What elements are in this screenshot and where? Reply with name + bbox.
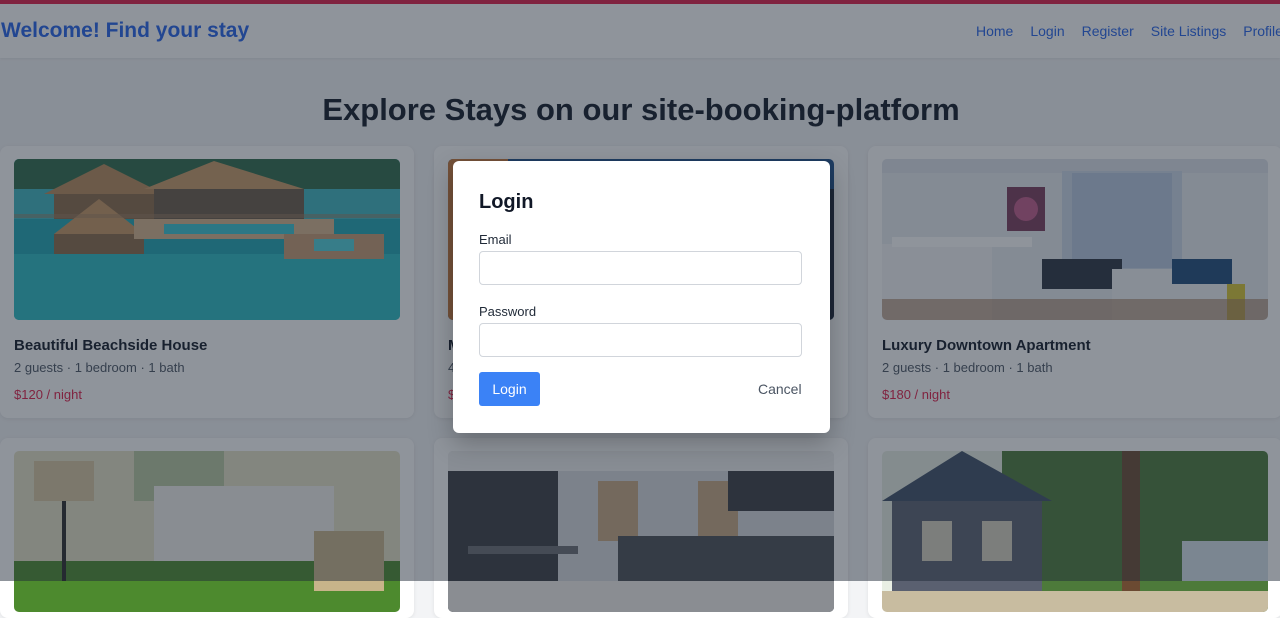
modal-title: Login xyxy=(479,191,534,213)
login-submit-button[interactable]: Login xyxy=(479,372,540,406)
login-modal: Login Email Password Login Cancel xyxy=(453,161,830,433)
email-label: Email xyxy=(479,232,512,247)
password-field[interactable] xyxy=(479,323,802,357)
cancel-button[interactable]: Cancel xyxy=(758,381,802,397)
email-field[interactable] xyxy=(479,251,802,285)
password-label: Password xyxy=(479,304,537,319)
